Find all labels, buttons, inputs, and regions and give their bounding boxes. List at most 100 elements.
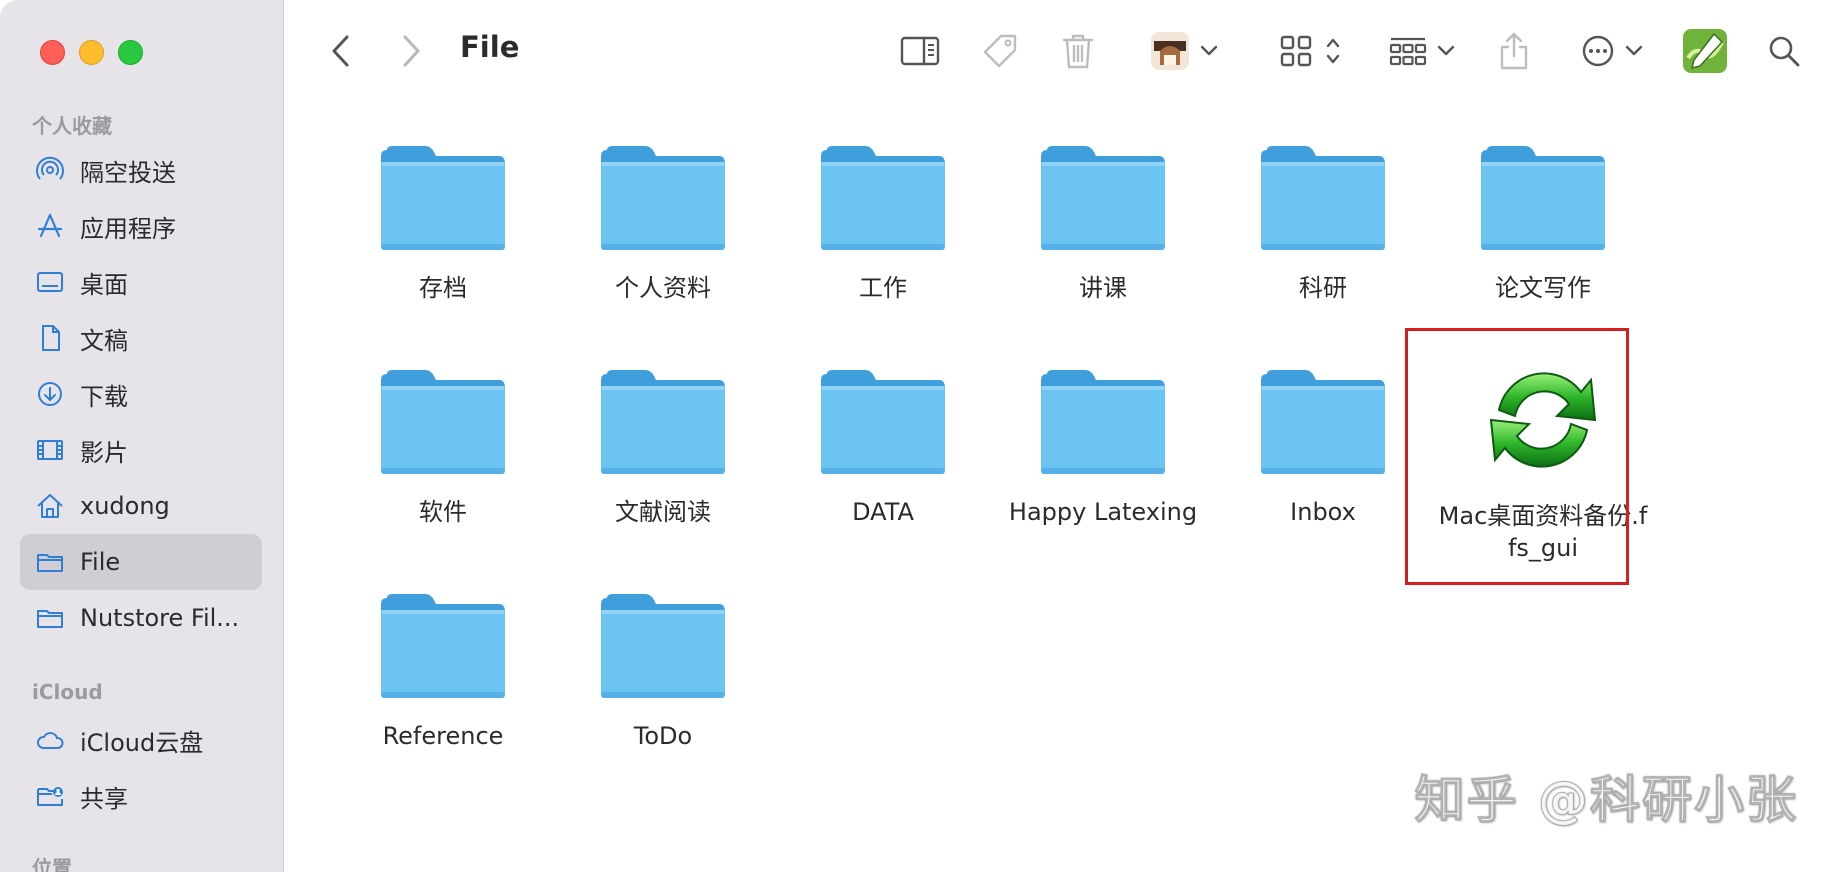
folder-item[interactable]: Reference <box>338 594 548 752</box>
up-down-chevron-icon <box>1326 38 1340 64</box>
sidebar-item-file[interactable]: File <box>20 534 262 590</box>
document-icon <box>34 322 66 354</box>
sidebar-item-icloud-drive[interactable]: iCloud云盘 <box>20 712 262 768</box>
folder-item[interactable]: 科研 <box>1218 146 1428 304</box>
back-button[interactable] <box>326 28 356 74</box>
folder-item[interactable]: 存档 <box>338 146 548 304</box>
locations-header: 位置 <box>32 856 72 872</box>
folder-item[interactable]: 软件 <box>338 370 548 528</box>
highlight-box <box>1405 328 1629 585</box>
folder-icon <box>601 146 725 250</box>
item-label: 工作 <box>859 274 907 302</box>
folder-icon <box>821 370 945 474</box>
group-button[interactable] <box>1382 28 1462 74</box>
trash-icon <box>1062 34 1094 69</box>
ellipsis-circle-icon <box>1582 35 1614 67</box>
sidebar-item-desktop[interactable]: 桌面 <box>20 254 262 310</box>
folder-icon <box>1261 146 1385 250</box>
airdrop-icon <box>34 154 66 186</box>
applications-icon <box>34 210 66 242</box>
fullscreen-button[interactable] <box>118 40 143 65</box>
item-label: Reference <box>382 722 504 750</box>
extension-button[interactable] <box>1680 28 1730 74</box>
sidebar-item-label: File <box>80 548 121 576</box>
folder-item[interactable]: 论文写作 <box>1438 146 1648 304</box>
sidebar-item-label: 共享 <box>80 784 128 813</box>
sidebar-item-label: 下载 <box>80 382 128 411</box>
cloud-icon <box>34 724 66 756</box>
chevron-left-icon <box>332 35 349 67</box>
folder-icon <box>601 370 725 474</box>
sidebar-item-home[interactable]: xudong <box>20 478 262 534</box>
sidebar-item-shared[interactable]: 共享 <box>20 768 262 824</box>
grid-icon <box>1280 35 1312 67</box>
folder-icon <box>381 594 505 698</box>
sidebar-item-downloads[interactable]: 下载 <box>20 366 262 422</box>
folder-icon <box>381 146 505 250</box>
sidebar-item-documents[interactable]: 文稿 <box>20 310 262 366</box>
sidebar-right-icon <box>900 36 940 66</box>
item-label: 软件 <box>419 498 467 526</box>
item-label: Inbox <box>1290 498 1356 526</box>
folder-item[interactable]: ToDo <box>558 594 768 752</box>
sidebar-item-airdrop[interactable]: 隔空投送 <box>20 142 262 198</box>
folder-icon <box>1481 146 1605 250</box>
app-shortcut-button[interactable] <box>1144 28 1224 74</box>
sidebar-item-label: 文稿 <box>80 326 128 355</box>
film-icon <box>34 434 66 466</box>
chevron-right-icon <box>403 35 420 67</box>
sidebar-item-label: iCloud云盘 <box>80 728 204 757</box>
folder-item[interactable]: Inbox <box>1218 370 1428 528</box>
item-label: 讲课 <box>1079 274 1127 302</box>
close-button[interactable] <box>40 40 65 65</box>
minimize-button[interactable] <box>79 40 104 65</box>
folder-icon <box>601 594 725 698</box>
share-icon <box>1500 32 1528 70</box>
app-thumbnail-icon <box>1151 32 1189 70</box>
folder-item[interactable]: DATA <box>778 370 988 528</box>
folder-item[interactable]: Happy Latexing <box>998 370 1208 528</box>
folder-item[interactable]: 工作 <box>778 146 988 304</box>
icloud-header: iCloud <box>32 680 103 704</box>
trash-button[interactable] <box>1058 28 1098 74</box>
forward-button[interactable] <box>396 28 426 74</box>
folder-item[interactable]: 文献阅读 <box>558 370 768 528</box>
tag-button[interactable] <box>978 28 1022 74</box>
toolbar: File <box>284 0 1840 104</box>
sidebar-item-label: xudong <box>80 492 170 520</box>
sidebar-item-label: 桌面 <box>80 270 128 299</box>
shared-folder-icon <box>34 780 66 812</box>
watermark: 知乎 @科研小张 <box>1414 771 1798 830</box>
item-label: ToDo <box>633 722 693 750</box>
item-label: 科研 <box>1299 274 1347 302</box>
chevron-down-icon <box>1625 45 1643 56</box>
desktop-icon <box>34 266 66 298</box>
sidebar-item-label: 影片 <box>80 438 128 467</box>
item-label: 论文写作 <box>1495 274 1591 302</box>
search-icon <box>1769 36 1800 67</box>
folder-icon <box>821 146 945 250</box>
item-label: 文献阅读 <box>615 498 711 526</box>
sidebar: 个人收藏 隔空投送 应用程序 桌面 文稿 下载 影片 xudong File N… <box>0 0 284 872</box>
sidebar-item-label: 应用程序 <box>80 214 176 243</box>
sidebar-item-applications[interactable]: 应用程序 <box>20 198 262 254</box>
home-icon <box>34 490 66 522</box>
more-actions-button[interactable] <box>1574 28 1650 74</box>
sidebar-item-nutstore[interactable]: Nutstore Fil... <box>20 590 262 646</box>
tag-icon <box>983 34 1017 68</box>
group-grid-icon <box>1389 37 1427 66</box>
folder-icon <box>34 602 66 634</box>
share-button[interactable] <box>1496 28 1532 74</box>
sidebar-item-movies[interactable]: 影片 <box>20 422 262 478</box>
item-label: 存档 <box>419 274 467 302</box>
window-controls <box>40 40 143 65</box>
search-button[interactable] <box>1764 28 1804 74</box>
finder-window: 个人收藏 隔空投送 应用程序 桌面 文稿 下载 影片 xudong File N… <box>0 0 1840 872</box>
folder-icon <box>1041 146 1165 250</box>
folder-item[interactable]: 讲课 <box>998 146 1208 304</box>
favorites-header: 个人收藏 <box>32 114 112 138</box>
chevron-down-icon <box>1437 45 1455 56</box>
folder-item[interactable]: 个人资料 <box>558 146 768 304</box>
preview-pane-button[interactable] <box>898 28 942 74</box>
view-mode-button[interactable] <box>1268 28 1352 74</box>
